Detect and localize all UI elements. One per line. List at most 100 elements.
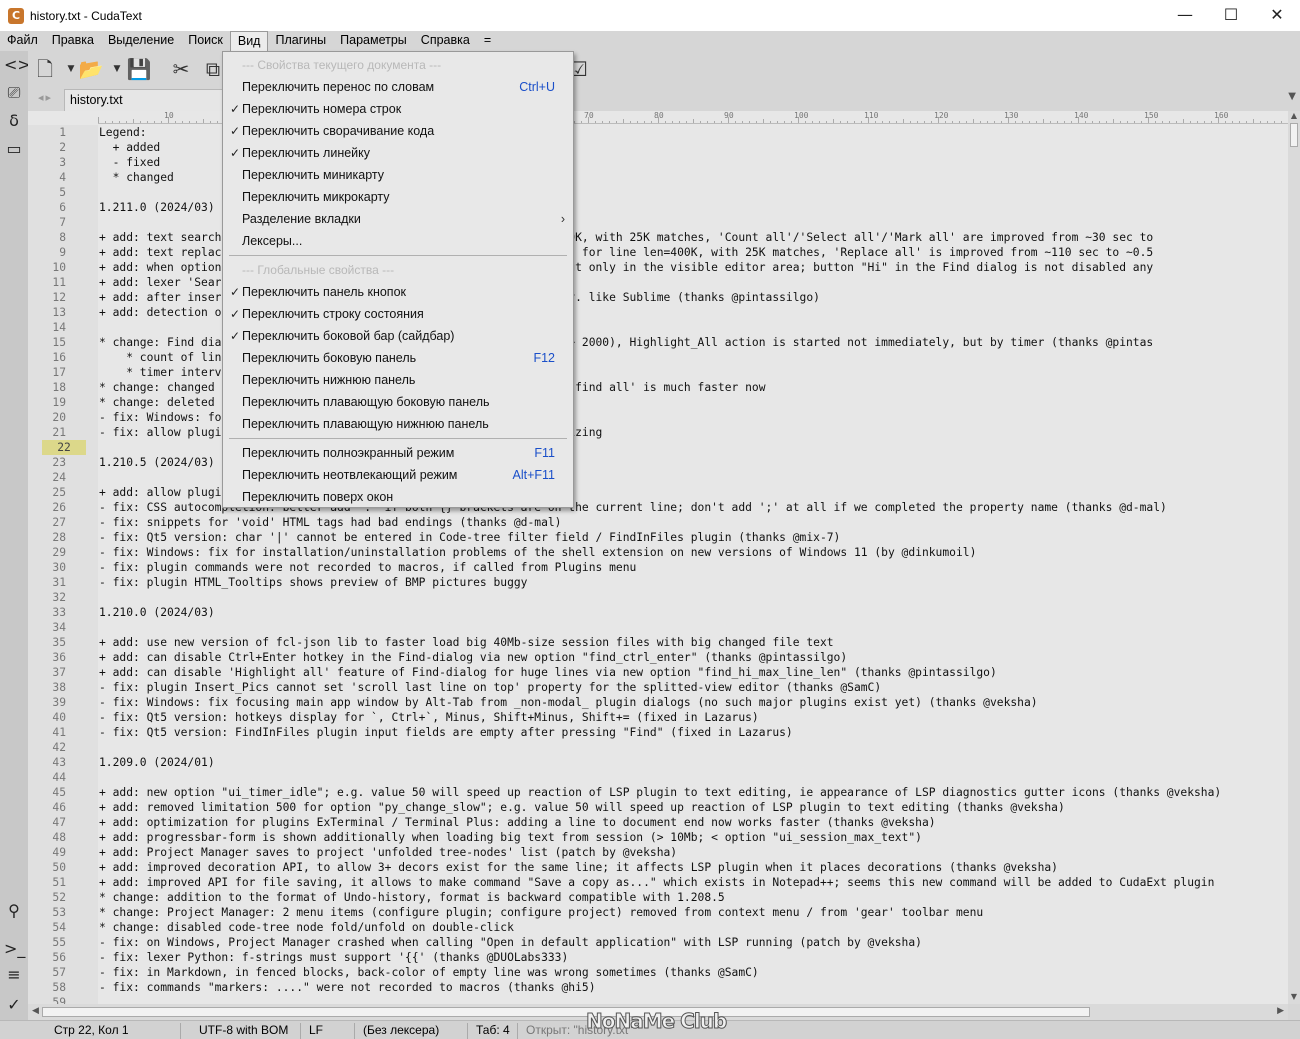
menu-item[interactable]: Плагины: [268, 31, 333, 51]
tabs-icon[interactable]: ▭: [4, 139, 24, 159]
code-line[interactable]: + add: use new version of fcl-json lib t…: [99, 635, 1288, 650]
line-number: 8: [59, 231, 66, 244]
ruler-tick: [672, 121, 673, 123]
code-line[interactable]: - fix: Qt5 version: hotkeys display for …: [99, 710, 1288, 725]
code-line[interactable]: - fix: Qt5 version: FindInFiles plugin i…: [99, 725, 1288, 740]
open-file-icon[interactable]: 📂: [78, 56, 104, 82]
horizontal-scroll-thumb[interactable]: [42, 1007, 1090, 1017]
code-line[interactable]: [99, 770, 1288, 785]
code-line[interactable]: - fix: in Markdown, in fenced blocks, ba…: [99, 965, 1288, 980]
code-line[interactable]: - fix: on Windows, Project Manager crash…: [99, 935, 1288, 950]
code-line[interactable]: [99, 590, 1288, 605]
search-icon[interactable]: ⚲: [4, 901, 24, 921]
view-menu-item[interactable]: ✓ Переключить строку состояния: [223, 303, 573, 325]
snippets-icon[interactable]: δ: [4, 111, 24, 131]
view-menu-item[interactable]: Переключить нижнюю панель: [223, 369, 573, 391]
view-menu-item[interactable]: Переключить микрокарту: [223, 186, 573, 208]
ruler-tick: [1225, 121, 1226, 123]
status-encoding[interactable]: UTF-8 with BOM: [180, 1023, 288, 1039]
ruler-tick: [98, 117, 99, 123]
code-line[interactable]: + add: optimization for plugins ExTermin…: [99, 815, 1288, 830]
menu-item[interactable]: Правка: [45, 31, 101, 51]
status-position[interactable]: Стр 22, Кол 1: [46, 1023, 129, 1039]
code-line[interactable]: * change: Project Manager: 2 menu items …: [99, 905, 1288, 920]
ruler-tick: [595, 121, 596, 123]
code-line[interactable]: - fix: Windows: fix for installation/uni…: [99, 545, 1288, 560]
scroll-down-icon[interactable]: ▼: [1288, 992, 1300, 1004]
code-line[interactable]: + add: progressbar-form is shown additio…: [99, 830, 1288, 845]
menu-item[interactable]: Поиск: [181, 31, 230, 51]
view-menu-item[interactable]: Лексеры...: [223, 230, 573, 252]
status-tab-size[interactable]: Таб: 4: [467, 1023, 510, 1039]
code-line[interactable]: * change: disabled code-tree node fold/u…: [99, 920, 1288, 935]
view-menu-item[interactable]: Переключить боковую панель F12: [223, 347, 573, 369]
view-menu-item[interactable]: Переключить полноэкранный режим F11: [223, 442, 573, 464]
menu-item[interactable]: Параметры: [333, 31, 414, 51]
code-line[interactable]: + add: can disable 'Highlight all' featu…: [99, 665, 1288, 680]
close-button[interactable]: ✕: [1254, 0, 1300, 31]
code-line[interactable]: + add: improved decoration API, to allow…: [99, 860, 1288, 875]
view-menu-item[interactable]: Переключить поверх окон: [223, 486, 573, 508]
editor[interactable]: 102030405060708090100110120130140150160 …: [28, 111, 1288, 1004]
maximize-button[interactable]: ☐: [1208, 0, 1254, 31]
cut-icon[interactable]: ✂: [168, 56, 194, 82]
new-file-icon[interactable]: 🗋: [32, 56, 58, 82]
minimize-button[interactable]: —: [1162, 0, 1208, 31]
menu-item[interactable]: Справка: [414, 31, 477, 51]
code-line[interactable]: + add: improved API for file saving, it …: [99, 875, 1288, 890]
scroll-right-icon[interactable]: ▶: [1277, 1006, 1284, 1016]
project-icon[interactable]: ⎚: [4, 83, 24, 103]
code-line[interactable]: - fix: commands "markers: ...." were not…: [99, 980, 1288, 995]
ruler-tick: [924, 121, 925, 123]
tab-nav-arrows-icon[interactable]: ◂▸: [38, 91, 53, 104]
code-line[interactable]: + add: new option "ui_timer_idle"; e.g. …: [99, 785, 1288, 800]
code-line[interactable]: + add: removed limitation 500 for option…: [99, 800, 1288, 815]
vertical-scrollbar[interactable]: ▲ ▼: [1288, 111, 1300, 1004]
code-line[interactable]: 1.209.0 (2024/01): [99, 755, 1288, 770]
menu-item[interactable]: Выделение: [101, 31, 181, 51]
view-menu-item[interactable]: ✓ Переключить линейку: [223, 142, 573, 164]
code-line[interactable]: - fix: snippets for 'void' HTML tags had…: [99, 515, 1288, 530]
menu-item[interactable]: Файл: [0, 31, 45, 51]
view-menu-item[interactable]: Переключить плавающую нижнюю панель: [223, 413, 573, 435]
code-line[interactable]: - fix: plugin HTML_Tooltips shows previe…: [99, 575, 1288, 590]
view-menu-item[interactable]: Переключить миникарту: [223, 164, 573, 186]
ruler-tick: [203, 119, 204, 123]
view-menu-item[interactable]: Переключить перенос по словам Ctrl+U: [223, 76, 573, 98]
view-menu-item[interactable]: ✓ Переключить боковой бар (сайдбар): [223, 325, 573, 347]
code-line[interactable]: - fix: Windows: fix focusing main app wi…: [99, 695, 1288, 710]
scroll-up-icon[interactable]: ▲: [1288, 111, 1300, 123]
code-line[interactable]: 1.210.0 (2024/03): [99, 605, 1288, 620]
view-menu-item[interactable]: ✓ Переключить панель кнопок: [223, 281, 573, 303]
status-line-ending[interactable]: LF: [300, 1023, 323, 1039]
status-lexer[interactable]: (Без лексера): [354, 1023, 439, 1039]
code-tree-icon[interactable]: <>: [4, 55, 31, 75]
code-line[interactable]: - fix: plugin commands were not recorded…: [99, 560, 1288, 575]
console-icon[interactable]: >_: [4, 939, 25, 959]
code-line[interactable]: + add: can disable Ctrl+Enter hotkey in …: [99, 650, 1288, 665]
list-icon[interactable]: ≡: [4, 965, 24, 985]
validate-icon[interactable]: ✓: [4, 995, 24, 1015]
line-number: 18: [52, 381, 66, 394]
view-menu-item[interactable]: Переключить неотвлекающий режим Alt+F11: [223, 464, 573, 486]
code-line[interactable]: * change: addition to the format of Undo…: [99, 890, 1288, 905]
ruler-tick: [147, 121, 148, 123]
view-menu-item[interactable]: ✓ Переключить номера строк: [223, 98, 573, 120]
menu-item[interactable]: Вид: [229, 31, 269, 51]
code-line[interactable]: - fix: Qt5 version: char '|' cannot be e…: [99, 530, 1288, 545]
view-menu-item[interactable]: ✓ Переключить сворачивание кода: [223, 120, 573, 142]
code-line[interactable]: [99, 620, 1288, 635]
view-menu-item[interactable]: Переключить плавающую боковую панель: [223, 391, 573, 413]
vertical-scroll-thumb[interactable]: [1290, 123, 1298, 147]
menu-item[interactable]: =: [477, 31, 498, 51]
ruler-tick: [112, 121, 113, 123]
code-line[interactable]: + add: Project Manager saves to project …: [99, 845, 1288, 860]
view-menu-item[interactable]: Разделение вкладки ›: [223, 208, 573, 230]
save-icon[interactable]: 💾: [126, 56, 152, 82]
code-line[interactable]: - fix: plugin Insert_Pics cannot set 'sc…: [99, 680, 1288, 695]
scroll-left-icon[interactable]: ◀: [32, 1006, 39, 1016]
code-line[interactable]: [99, 995, 1288, 1004]
tab-menu-icon[interactable]: ▼: [1288, 91, 1296, 102]
code-line[interactable]: [99, 740, 1288, 755]
code-line[interactable]: - fix: lexer Python: f-strings must supp…: [99, 950, 1288, 965]
